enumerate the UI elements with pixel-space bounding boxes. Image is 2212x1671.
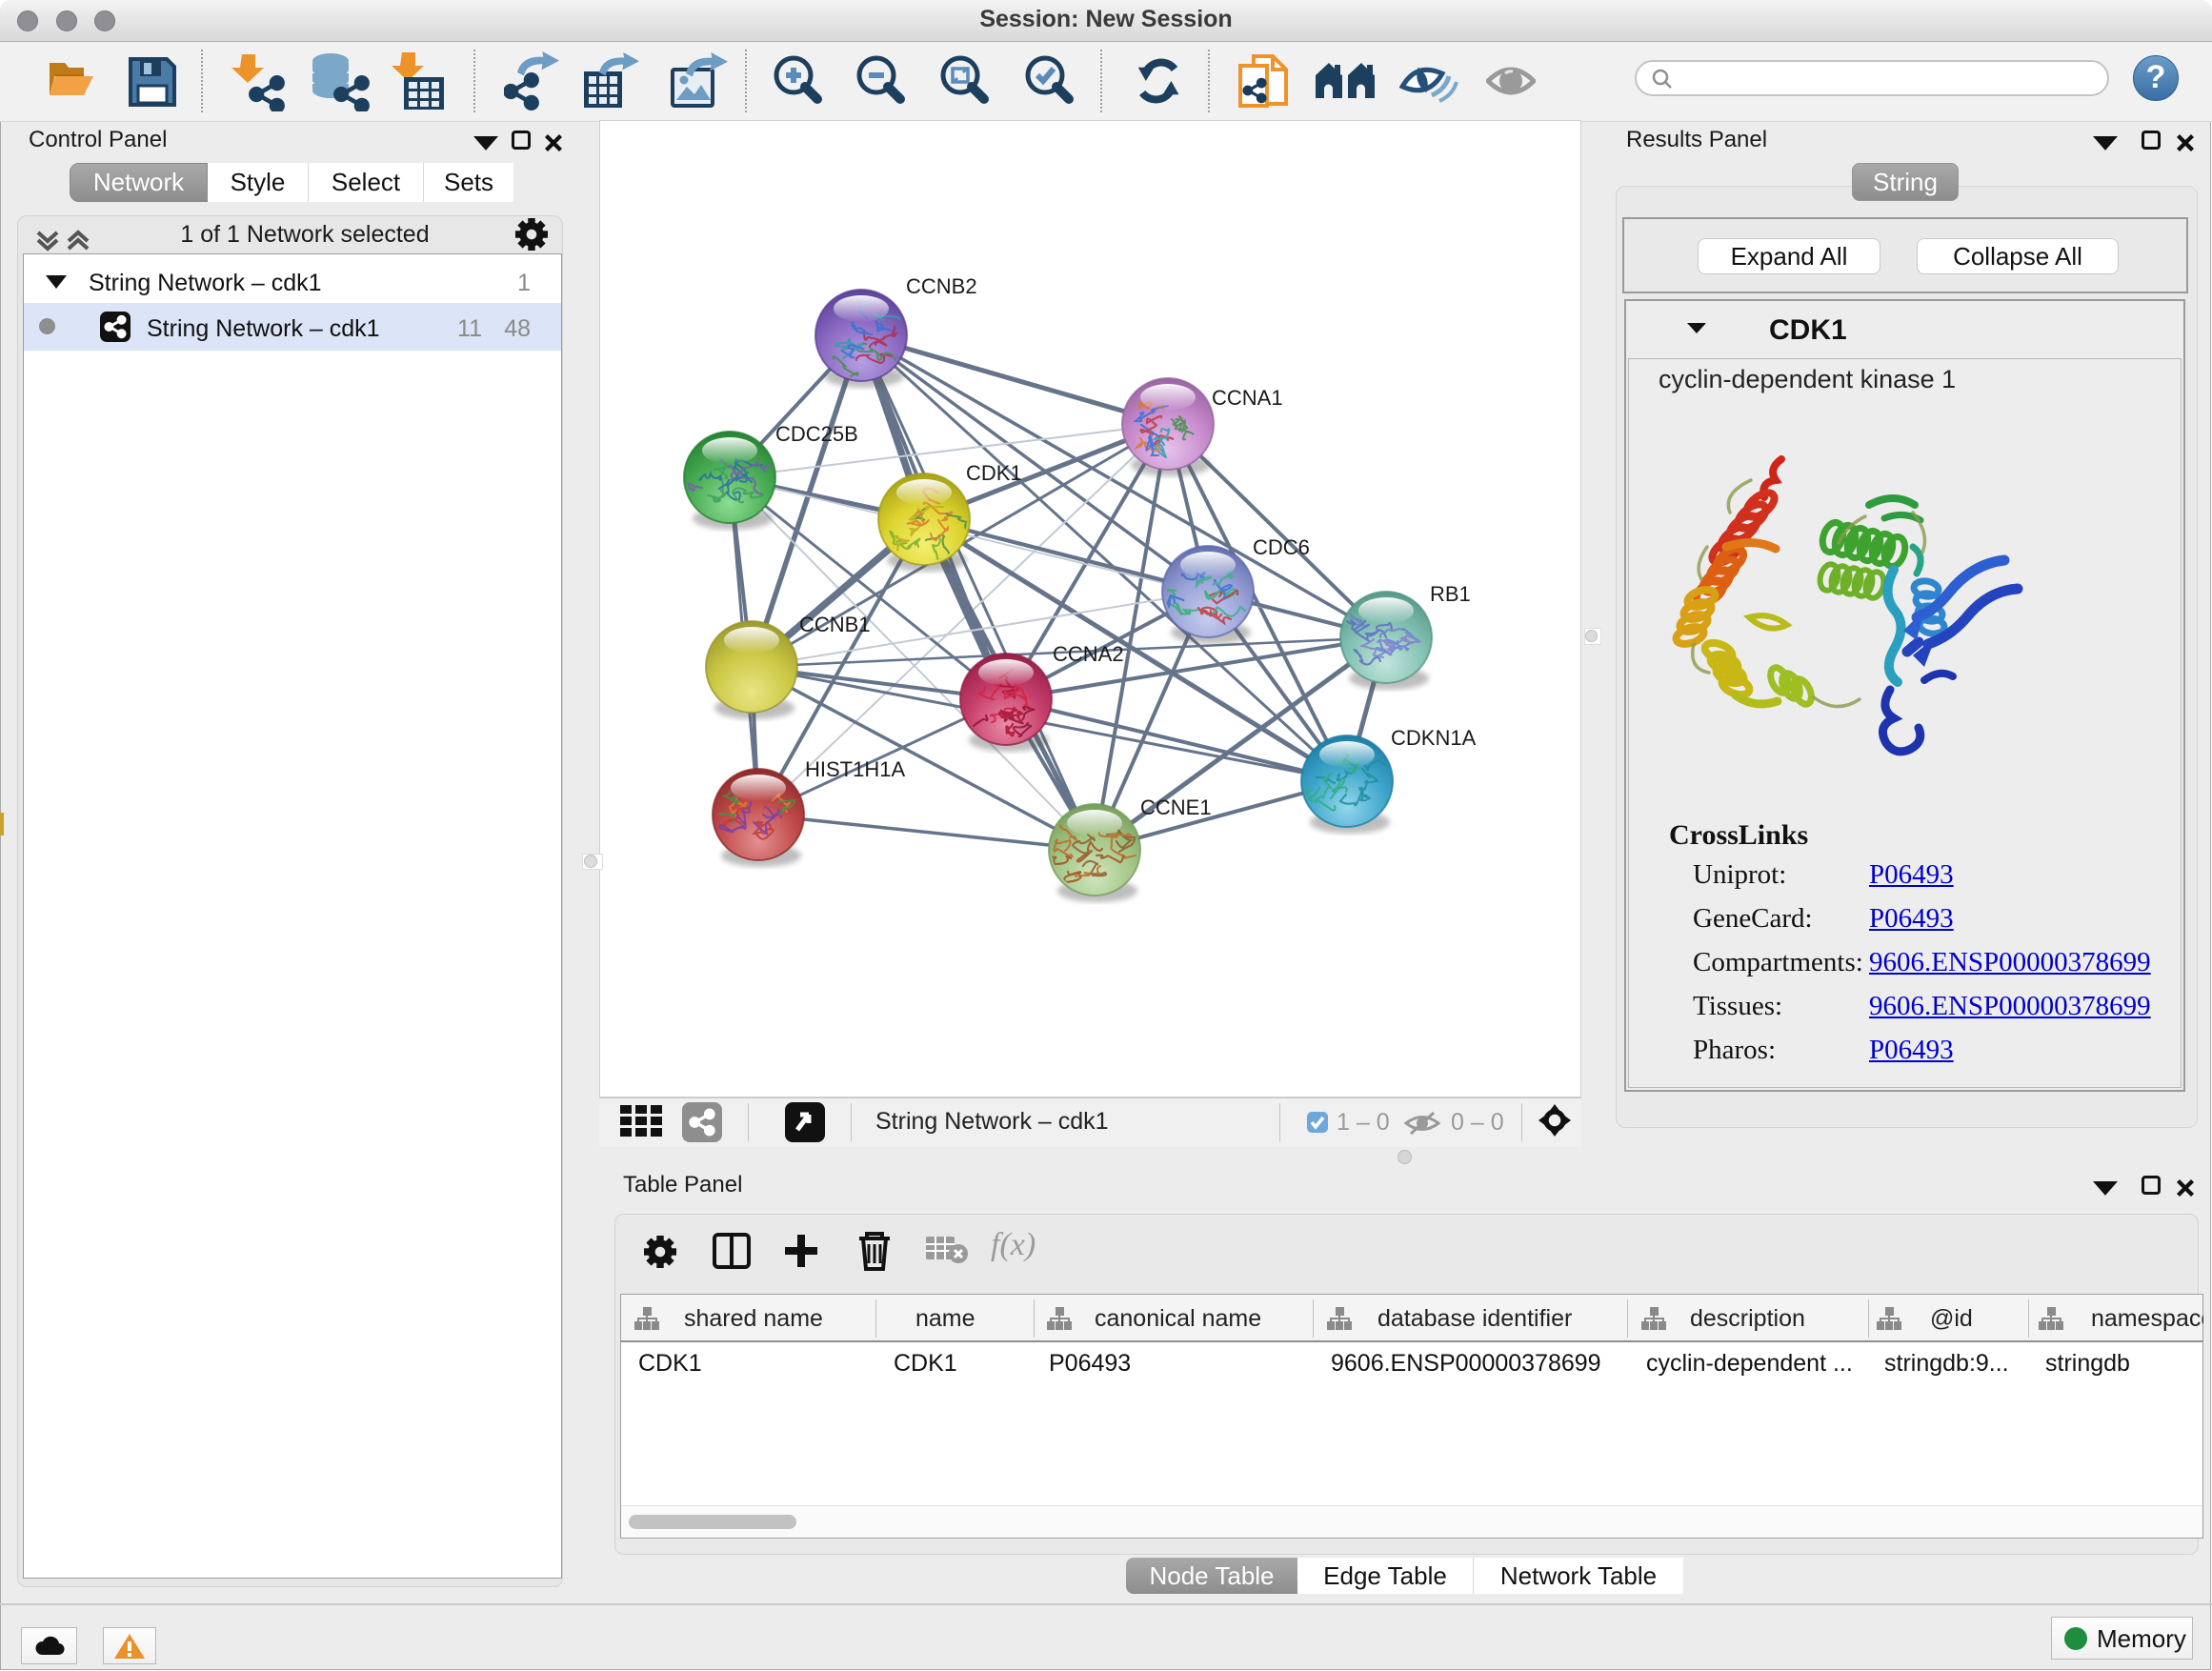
svg-text:CCNB1: CCNB1 <box>799 613 871 636</box>
svg-text:CDKN1A: CDKN1A <box>1391 726 1477 750</box>
svg-text:RB1: RB1 <box>1430 582 1471 606</box>
svg-text:CCNA1: CCNA1 <box>1212 386 1283 410</box>
svg-text:CCNE1: CCNE1 <box>1140 795 1212 819</box>
svg-text:CDC6: CDC6 <box>1253 535 1310 559</box>
svg-text:CCNA2: CCNA2 <box>1053 642 1124 666</box>
svg-text:CDC25B: CDC25B <box>775 422 858 446</box>
svg-text:CDK1: CDK1 <box>966 461 1022 485</box>
svg-text:CCNB2: CCNB2 <box>906 274 977 298</box>
svg-text:HIST1H1A: HIST1H1A <box>805 757 905 781</box>
